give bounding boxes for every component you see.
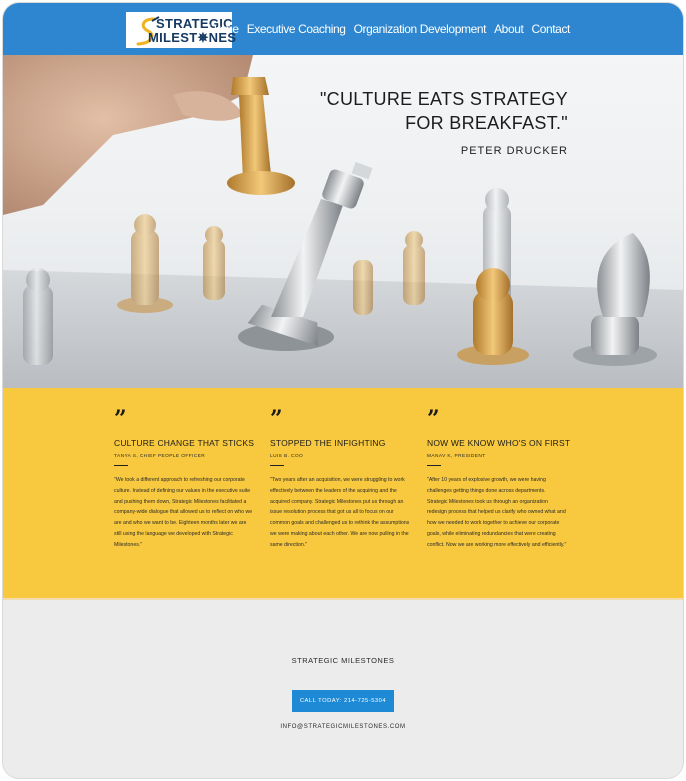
divider — [427, 465, 441, 466]
testimonial-card: ” CULTURE CHANGE THAT STICKS TANYA S, CH… — [114, 406, 255, 551]
quote-mark-icon: ” — [114, 406, 127, 432]
main-nav: Home Executive Coaching Organization Dev… — [208, 22, 570, 36]
hero-quote-attribution: PETER DRUCKER — [460, 145, 568, 157]
testimonial-title: NOW WE KNOW WHO'S ON FIRST — [427, 438, 571, 448]
testimonial-body: "Two years after an acquisition, we were… — [270, 477, 410, 548]
testimonial-author: LUIS B. COO — [270, 454, 304, 459]
testimonial-title: CULTURE CHANGE THAT STICKS — [114, 438, 255, 448]
testimonial-title: STOPPED THE INFIGHTING — [270, 438, 386, 448]
nav-about[interactable]: About — [494, 22, 524, 36]
testimonial-card: ” NOW WE KNOW WHO'S ON FIRST MANAV K, PR… — [427, 406, 571, 551]
divider — [114, 465, 128, 466]
hero-quote-line2: FOR BREAKFAST." — [405, 113, 568, 133]
testimonial-author: TANYA S, CHIEF PEOPLE OFFICER — [114, 454, 206, 459]
testimonial-body: "We took a different approach to refresh… — [114, 477, 253, 548]
page-frame: STRATEGIC MILEST✵NES Home Executive Coac… — [3, 3, 683, 778]
call-today-button[interactable]: CALL TODAY: 214-725-5304 — [292, 690, 394, 712]
divider — [270, 465, 284, 466]
footer-email-link[interactable]: INFO@STRATEGICMILESTONES.COM — [3, 724, 683, 730]
testimonial-body: "After 10 years of explosive growth, we … — [427, 477, 567, 548]
quote-mark-icon: ” — [427, 406, 440, 432]
site-footer: STRATEGIC MILESTONES CALL TODAY: 214-725… — [3, 598, 683, 778]
site-header: STRATEGIC MILEST✵NES Home Executive Coac… — [3, 3, 683, 55]
quote-mark-icon: ” — [270, 406, 283, 432]
hero-banner: "CULTURE EATS STRATEGY FOR BREAKFAST." P… — [3, 55, 683, 388]
nav-organization-development[interactable]: Organization Development — [354, 22, 487, 36]
hero-quote: "CULTURE EATS STRATEGY FOR BREAKFAST." P… — [320, 87, 568, 157]
testimonial-card: ” STOPPED THE INFIGHTING LUIS B. COO "Tw… — [270, 406, 410, 551]
hero-quote-line1: "CULTURE EATS STRATEGY — [319, 89, 568, 109]
testimonials-section: ” CULTURE CHANGE THAT STICKS TANYA S, CH… — [3, 388, 683, 598]
nav-executive-coaching[interactable]: Executive Coaching — [247, 22, 346, 36]
testimonial-author: MANAV K, PRESIDENT — [427, 454, 486, 459]
nav-contact[interactable]: Contact — [531, 22, 570, 36]
nav-home[interactable]: Home — [208, 22, 239, 36]
footer-company-name: STRATEGIC MILESTONES — [291, 656, 395, 665]
